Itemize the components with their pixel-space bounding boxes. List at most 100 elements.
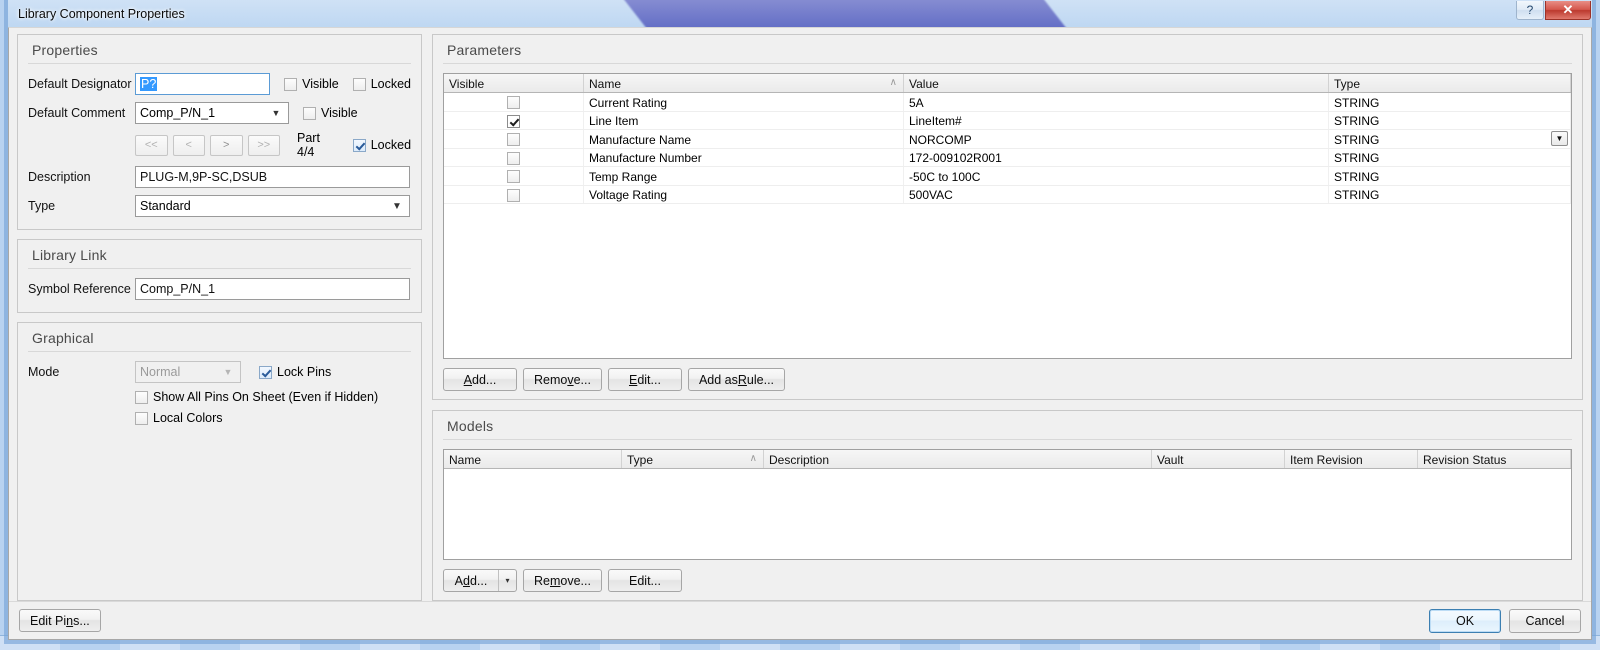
parameters-edit-button[interactable]: Edit... — [608, 368, 682, 391]
close-x-icon[interactable]: ✕ — [1545, 1, 1591, 20]
models-col-type[interactable]: Type ∧ — [622, 450, 764, 468]
parameter-visible-cell[interactable] — [444, 167, 584, 185]
checkbox-icon[interactable] — [507, 170, 520, 183]
parameter-name-cell[interactable]: Line Item — [584, 112, 904, 130]
table-row[interactable]: Line ItemLineItem#STRING — [444, 112, 1571, 131]
parameters-group: Parameters Visible Name ∧ Value Type Cur… — [432, 34, 1583, 400]
checkbox-icon[interactable] — [507, 115, 520, 128]
models-heading: Models — [443, 411, 1572, 440]
checkbox-icon[interactable] — [507, 189, 520, 202]
table-row[interactable]: Manufacture Number172-009102R001STRING — [444, 149, 1571, 168]
lock-pins-label: Lock Pins — [277, 365, 331, 379]
part-locked-label: Locked — [371, 138, 411, 152]
window-controls: ? ✕ — [1516, 1, 1591, 20]
models-grid[interactable]: Name Type ∧ Description Vault Item Revis… — [443, 449, 1572, 560]
parameter-value-cell[interactable]: LineItem# — [904, 112, 1329, 130]
parameter-visible-cell[interactable] — [444, 130, 584, 148]
parameter-value-cell[interactable]: -50C to 100C — [904, 167, 1329, 185]
models-col-name[interactable]: Name — [444, 450, 622, 468]
mode-label: Mode — [28, 365, 135, 379]
parameter-type-cell[interactable]: STRING — [1329, 149, 1571, 167]
show-all-pins-checkbox[interactable]: Show All Pins On Sheet (Even if Hidden) — [135, 390, 378, 404]
parameter-value-cell[interactable]: 500VAC — [904, 186, 1329, 204]
parameters-col-visible[interactable]: Visible — [444, 74, 584, 92]
parameter-visible-cell[interactable] — [444, 93, 584, 111]
parameters-col-name[interactable]: Name ∧ — [584, 74, 904, 92]
graphical-group: Graphical Mode Normal ▼ Lock Pins — [17, 322, 422, 601]
part-next-button[interactable]: > — [210, 135, 243, 156]
comment-visible-checkbox[interactable]: Visible — [303, 106, 358, 120]
default-comment-combobox[interactable]: Comp_P/N_1 ▼ — [135, 102, 289, 124]
parameter-name-cell[interactable]: Manufacture Name — [584, 130, 904, 148]
parameter-type-cell[interactable]: STRING — [1329, 112, 1571, 130]
dialog-content: Properties Default Designator P? Visible — [9, 28, 1591, 601]
type-combobox[interactable]: Standard ▼ — [135, 195, 410, 217]
checkbox-icon — [135, 391, 148, 404]
parameter-value-cell[interactable]: NORCOMP — [904, 130, 1329, 148]
table-row[interactable]: Temp Range-50C to 100CSTRING — [444, 167, 1571, 186]
chevron-down-icon[interactable]: ▼ — [389, 201, 405, 212]
parameter-name-cell[interactable]: Temp Range — [584, 167, 904, 185]
parameters-add-as-rule-button[interactable]: Add as Rule... — [688, 368, 785, 391]
parameter-value-cell[interactable]: 5A — [904, 93, 1329, 111]
models-col-description[interactable]: Description — [764, 450, 1152, 468]
checkbox-icon[interactable] — [507, 133, 520, 146]
part-locked-checkbox[interactable]: Locked — [353, 138, 411, 152]
parameter-value-cell[interactable]: 172-009102R001 — [904, 149, 1329, 167]
parameters-col-value[interactable]: Value — [904, 74, 1329, 92]
table-row[interactable]: Manufacture NameNORCOMPSTRING▼ — [444, 130, 1571, 149]
local-colors-checkbox[interactable]: Local Colors — [135, 411, 222, 425]
chevron-down-icon[interactable]: ▼ — [268, 108, 284, 118]
part-counter-label: Part 4/4 — [297, 131, 339, 159]
parameter-visible-cell[interactable] — [444, 112, 584, 130]
symbol-reference-input[interactable]: Comp_P/N_1 — [135, 278, 410, 300]
part-prev-button[interactable]: < — [173, 135, 206, 156]
table-row[interactable]: Current Rating5ASTRING — [444, 93, 1571, 112]
parameter-name-cell[interactable]: Voltage Rating — [584, 186, 904, 204]
parameter-type-cell[interactable]: STRING▼ — [1329, 130, 1571, 148]
sort-ascending-icon: ∧ — [890, 77, 897, 88]
designator-locked-checkbox[interactable]: Locked — [353, 77, 411, 91]
parameter-visible-cell[interactable] — [444, 186, 584, 204]
checkbox-icon[interactable] — [507, 152, 520, 165]
designator-visible-checkbox[interactable]: Visible — [284, 77, 339, 91]
mode-value: Normal — [140, 365, 220, 379]
chevron-down-icon[interactable]: ▼ — [1551, 131, 1568, 146]
part-last-button[interactable]: >> — [248, 135, 281, 156]
models-col-type-label: Type — [627, 453, 653, 467]
edit-pins-button[interactable]: Edit Pins... — [19, 609, 101, 632]
models-col-revision-status[interactable]: Revision Status — [1418, 450, 1571, 468]
checkbox-icon — [135, 412, 148, 425]
parameter-type-cell[interactable]: STRING — [1329, 93, 1571, 111]
description-label: Description — [28, 170, 135, 184]
models-edit-button[interactable]: Edit... — [608, 569, 682, 592]
models-add-button[interactable]: Add... — [444, 570, 498, 591]
models-remove-button[interactable]: Remove... — [523, 569, 602, 592]
table-row[interactable]: Voltage Rating500VACSTRING — [444, 186, 1571, 205]
parameters-add-button[interactable]: Add... — [443, 368, 517, 391]
checkbox-icon[interactable] — [507, 96, 520, 109]
dialog-window: Library Component Properties ? ✕ Propert… — [4, 0, 1596, 644]
lock-pins-checkbox[interactable]: Lock Pins — [259, 365, 331, 379]
parameters-col-type[interactable]: Type — [1329, 74, 1571, 92]
parameter-name-cell[interactable]: Manufacture Number — [584, 149, 904, 167]
help-question-icon[interactable]: ? — [1516, 1, 1544, 20]
part-first-button[interactable]: << — [135, 135, 168, 156]
parameters-remove-button[interactable]: Remove... — [523, 368, 602, 391]
models-col-vault[interactable]: Vault — [1152, 450, 1285, 468]
models-group: Models Name Type ∧ Description Vault Ite… — [432, 410, 1583, 601]
chevron-down-icon[interactable]: ▾ — [498, 570, 516, 591]
description-input[interactable]: PLUG-M,9P-SC,DSUB — [135, 166, 410, 188]
graphical-heading: Graphical — [28, 323, 411, 352]
ok-button[interactable]: OK — [1429, 609, 1501, 633]
sort-ascending-icon: ∧ — [750, 453, 757, 464]
parameters-grid[interactable]: Visible Name ∧ Value Type Current Rating… — [443, 73, 1572, 359]
cancel-button[interactable]: Cancel — [1509, 609, 1581, 633]
parameter-name-cell[interactable]: Current Rating — [584, 93, 904, 111]
default-designator-input[interactable]: P? — [135, 73, 270, 95]
models-add-split-button[interactable]: Add... ▾ — [443, 569, 517, 592]
parameter-visible-cell[interactable] — [444, 149, 584, 167]
parameter-type-cell[interactable]: STRING — [1329, 186, 1571, 204]
parameter-type-cell[interactable]: STRING — [1329, 167, 1571, 185]
models-col-item-revision[interactable]: Item Revision — [1285, 450, 1418, 468]
